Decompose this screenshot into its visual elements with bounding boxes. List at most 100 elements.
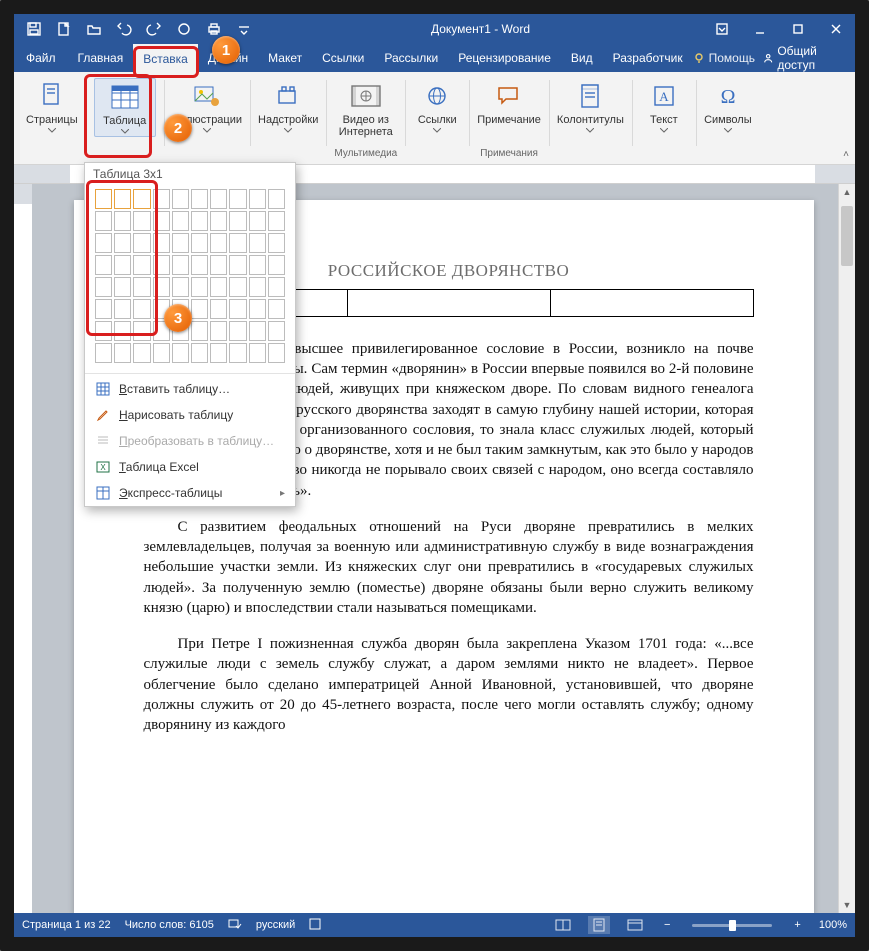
table-grid-cell[interactable] [210, 189, 227, 209]
table-grid-cell[interactable] [133, 211, 150, 231]
table-grid-cell[interactable] [95, 233, 112, 253]
table-grid-cell[interactable] [210, 321, 227, 341]
table-grid-cell[interactable] [153, 343, 170, 363]
tab-insert[interactable]: Вставка [133, 44, 198, 72]
table-grid-cell[interactable] [229, 255, 246, 275]
table-grid-cell[interactable] [268, 189, 285, 209]
table-grid-cell[interactable] [95, 277, 112, 297]
zoom-out-button[interactable]: − [660, 919, 674, 931]
table-grid-cell[interactable] [114, 277, 131, 297]
table-grid-cell[interactable] [153, 211, 170, 231]
table-grid-cell[interactable] [153, 189, 170, 209]
table-grid-cell[interactable] [95, 211, 112, 231]
table-grid-cell[interactable] [172, 233, 189, 253]
table-grid-cell[interactable] [95, 189, 112, 209]
table-grid-cell[interactable] [229, 343, 246, 363]
table-grid-cell[interactable] [268, 233, 285, 253]
table-grid-cell[interactable] [114, 343, 131, 363]
table-grid-cell[interactable] [229, 189, 246, 209]
table-grid-cell[interactable] [133, 343, 150, 363]
table-grid-cell[interactable] [95, 255, 112, 275]
redo-button[interactable] [140, 15, 168, 43]
excel-spreadsheet-menuitem[interactable]: X Таблица Excel [85, 454, 295, 480]
table-grid-cell[interactable] [229, 277, 246, 297]
table-grid-cell[interactable] [114, 299, 131, 319]
symbols-button[interactable]: Ω Символы [704, 78, 752, 133]
minimize-button[interactable] [741, 14, 779, 44]
table-grid-cell[interactable] [172, 189, 189, 209]
comment-button[interactable]: Примечание [477, 78, 541, 126]
table-grid-cell[interactable] [172, 255, 189, 275]
table-grid-cell[interactable] [133, 299, 150, 319]
tab-review[interactable]: Рецензирование [448, 44, 561, 72]
table-grid-cell[interactable] [172, 211, 189, 231]
scroll-down-button[interactable]: ▼ [839, 897, 855, 913]
qat-new-doc-button[interactable] [50, 15, 78, 43]
table-grid-cell[interactable] [210, 233, 227, 253]
table-grid-cell[interactable] [114, 189, 131, 209]
table-button[interactable]: Таблица [94, 78, 156, 137]
table-grid-cell[interactable] [210, 211, 227, 231]
tab-developer[interactable]: Разработчик [603, 44, 693, 72]
table-grid-cell[interactable] [95, 299, 112, 319]
ribbon-display-options-button[interactable] [703, 14, 741, 44]
table-grid-cell[interactable] [191, 255, 208, 275]
table-grid-cell[interactable] [249, 255, 266, 275]
scroll-thumb[interactable] [841, 206, 853, 266]
table-grid-cell[interactable] [191, 233, 208, 253]
table-grid-cell[interactable] [229, 299, 246, 319]
table-grid-cell[interactable] [268, 277, 285, 297]
headerfooter-button[interactable]: Колонтитулы [557, 78, 624, 133]
table-grid-cell[interactable] [210, 277, 227, 297]
table-grid-cell[interactable] [191, 299, 208, 319]
draw-table-menuitem[interactable]: Нарисовать таблицу [85, 402, 295, 428]
table-grid-cell[interactable] [249, 277, 266, 297]
tab-file[interactable]: Файл [14, 44, 68, 72]
insert-table-menuitem[interactable]: Вставить таблицу… [85, 376, 295, 402]
table-grid-cell[interactable] [95, 321, 112, 341]
table-grid-cell[interactable] [249, 233, 266, 253]
close-button[interactable] [817, 14, 855, 44]
table-grid-cell[interactable] [153, 277, 170, 297]
zoom-level[interactable]: 100% [819, 919, 847, 931]
tell-me-input[interactable]: Помощь [693, 51, 755, 65]
status-words[interactable]: Число слов: 6105 [125, 919, 214, 931]
maximize-button[interactable] [779, 14, 817, 44]
table-grid-cell[interactable] [133, 255, 150, 275]
table-grid-cell[interactable] [210, 255, 227, 275]
view-web-layout-button[interactable] [624, 916, 646, 934]
view-read-mode-button[interactable] [552, 916, 574, 934]
table-grid-cell[interactable] [249, 321, 266, 341]
scroll-up-button[interactable]: ▲ [839, 184, 855, 200]
zoom-in-button[interactable]: + [790, 919, 804, 931]
undo-button[interactable] [110, 15, 138, 43]
table-grid-cell[interactable] [229, 211, 246, 231]
online-video-button[interactable]: Видео из Интернета [339, 78, 393, 138]
table-grid-cell[interactable] [133, 277, 150, 297]
addins-button[interactable]: Надстройки [258, 78, 318, 133]
view-print-layout-button[interactable] [588, 916, 610, 934]
status-language[interactable]: русский [256, 919, 295, 931]
status-page[interactable]: Страница 1 из 22 [22, 919, 111, 931]
tab-mailings[interactable]: Рассылки [374, 44, 448, 72]
table-grid-cell[interactable] [191, 321, 208, 341]
qat-open-button[interactable] [80, 15, 108, 43]
vertical-ruler[interactable] [14, 184, 33, 913]
table-grid-cell[interactable] [133, 321, 150, 341]
qat-touch-button[interactable] [170, 15, 198, 43]
table-grid-cell[interactable] [249, 211, 266, 231]
tab-references[interactable]: Ссылки [312, 44, 374, 72]
table-grid-cell[interactable] [191, 277, 208, 297]
table-grid-cell[interactable] [268, 321, 285, 341]
table-grid-cell[interactable] [172, 277, 189, 297]
table-grid-cell[interactable] [229, 233, 246, 253]
table-grid-cell[interactable] [114, 211, 131, 231]
tab-home[interactable]: Главная [68, 44, 134, 72]
table-grid-cell[interactable] [210, 299, 227, 319]
table-grid-cell[interactable] [133, 233, 150, 253]
zoom-slider[interactable] [692, 924, 772, 927]
share-button[interactable]: Общий доступ [763, 44, 847, 72]
tab-layout[interactable]: Макет [258, 44, 312, 72]
table-grid-cell[interactable] [114, 233, 131, 253]
table-grid-cell[interactable] [153, 233, 170, 253]
